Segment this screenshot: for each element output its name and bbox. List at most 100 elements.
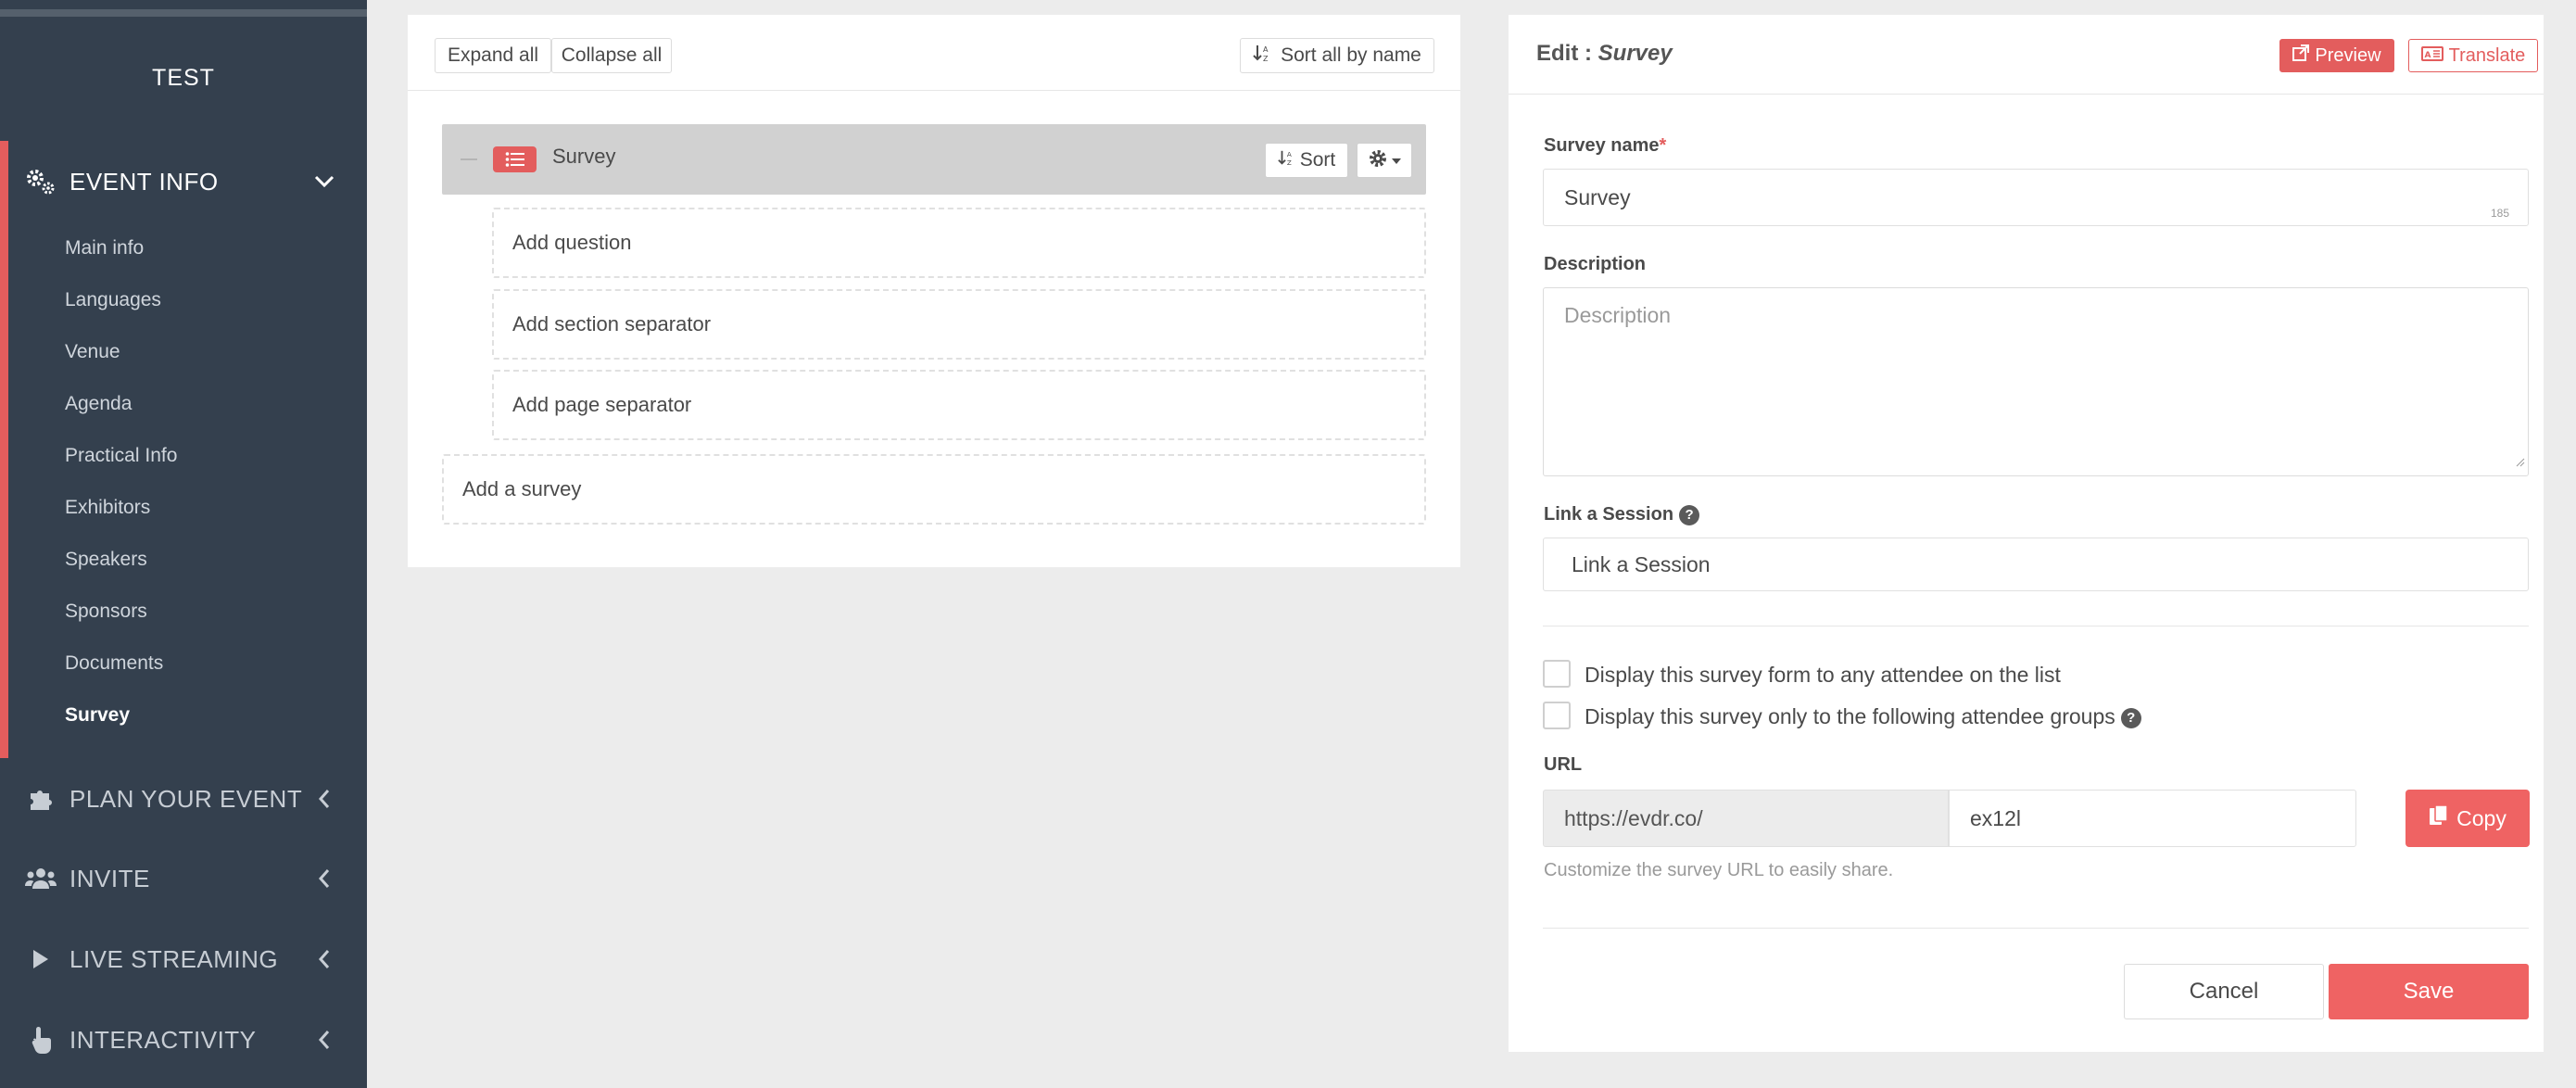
help-icon[interactable]: ? xyxy=(2120,707,2141,728)
sidebar-item-languages[interactable]: Languages xyxy=(65,289,161,311)
sort-button[interactable]: AZ Sort xyxy=(1265,143,1348,178)
url-help-text: Customize the survey URL to easily share… xyxy=(1544,860,1894,880)
chevron-left-icon xyxy=(313,948,335,970)
collapse-dash[interactable] xyxy=(461,158,477,160)
sidebar-item-survey[interactable]: Survey xyxy=(65,704,130,727)
list-icon xyxy=(493,146,537,172)
sidebar-item-main-info[interactable]: Main info xyxy=(65,237,144,259)
display-any-attendee-label: Display this survey form to any attendee… xyxy=(1585,663,2061,687)
svg-text:Z: Z xyxy=(1263,55,1269,62)
translate-button[interactable]: A Translate xyxy=(2408,39,2538,72)
preview-button[interactable]: Preview xyxy=(2279,39,2394,72)
sidebar-item-exhibitors[interactable]: Exhibitors xyxy=(65,497,150,519)
display-groups-label: Display this survey only to the followin… xyxy=(1585,704,2141,729)
sidebar-section-label: INTERACTIVITY xyxy=(69,1025,257,1054)
editor-title-name: Survey xyxy=(1597,41,1673,66)
svg-text:A: A xyxy=(1287,150,1292,158)
copy-label: Copy xyxy=(2456,805,2507,830)
sidebar-section-label: LIVE STREAMING xyxy=(69,944,279,973)
sidebar-item-practical-info[interactable]: Practical Info xyxy=(65,445,177,467)
sidebar-item-documents[interactable]: Documents xyxy=(65,652,163,675)
svg-text:A: A xyxy=(2424,51,2431,60)
char-counter: 185 xyxy=(2490,207,2509,220)
event-info-section: EVENT INFO Main info Languages Venue Age… xyxy=(0,141,367,758)
display-any-attendee-checkbox[interactable] xyxy=(1543,660,1571,688)
help-icon[interactable]: ? xyxy=(1679,504,1700,525)
cancel-button[interactable]: Cancel xyxy=(2124,964,2324,1019)
add-survey-button[interactable]: Add a survey xyxy=(442,454,1426,525)
expand-all-button[interactable]: Expand all xyxy=(435,38,551,73)
sidebar-item-agenda[interactable]: Agenda xyxy=(65,393,132,415)
preview-label: Preview xyxy=(2315,44,2381,66)
sidebar-section-interactivity[interactable]: INTERACTIVITY xyxy=(0,1003,367,1077)
divider xyxy=(1543,928,2529,929)
caret-down-icon xyxy=(1392,152,1401,169)
svg-text:Z: Z xyxy=(1287,158,1292,166)
survey-tree-item[interactable]: Survey AZ Sort xyxy=(442,124,1426,195)
url-slug-input[interactable]: ex12l xyxy=(1949,790,2356,847)
url-label: URL xyxy=(1544,754,1583,775)
copy-icon xyxy=(2429,804,2449,832)
sidebar-item-sponsors[interactable]: Sponsors xyxy=(65,601,147,623)
resize-handle-icon[interactable] xyxy=(2514,448,2525,473)
chevron-left-icon xyxy=(313,867,335,890)
sidebar-section-label: EVENT INFO xyxy=(69,167,219,196)
survey-structure-panel: Expand all Collapse all AZ Sort all by n… xyxy=(408,15,1460,567)
editor-title-prefix: Edit : xyxy=(1536,41,1598,66)
url-prefix: https://evdr.co/ xyxy=(1543,790,1949,847)
sort-label: Sort xyxy=(1299,149,1336,171)
sidebar-section-live-streaming[interactable]: LIVE STREAMING xyxy=(0,922,367,996)
survey-tree-title: Survey xyxy=(552,145,616,168)
sidebar-section-event-info[interactable]: EVENT INFO xyxy=(0,145,367,219)
description-placeholder: Description xyxy=(1564,303,1672,327)
link-session-select[interactable]: Link a Session xyxy=(1543,538,2529,591)
save-button[interactable]: Save xyxy=(2329,964,2529,1019)
editor-header: Edit : Survey Preview A Translate xyxy=(1509,15,2544,95)
sort-all-button[interactable]: AZ Sort all by name xyxy=(1240,38,1434,73)
survey-name-label-text: Survey name xyxy=(1544,135,1660,156)
description-label: Description xyxy=(1544,254,1647,274)
sidebar-item-speakers[interactable]: Speakers xyxy=(65,549,147,571)
translate-icon: A xyxy=(2420,45,2443,67)
required-mark: * xyxy=(1659,135,1667,156)
structure-toolbar: Expand all Collapse all AZ Sort all by n… xyxy=(408,15,1460,91)
link-session-label-text: Link a Session xyxy=(1544,504,1674,525)
sort-icon: AZ xyxy=(1253,44,1271,68)
gear-icon xyxy=(1368,148,1388,173)
translate-label: Translate xyxy=(2448,44,2526,66)
hand-pointer-icon xyxy=(24,1023,57,1056)
sort-icon: AZ xyxy=(1277,149,1294,171)
collapse-all-button[interactable]: Collapse all xyxy=(551,38,672,73)
display-groups-label-text: Display this survey only to the followin… xyxy=(1585,704,2115,728)
add-question-button[interactable]: Add question xyxy=(492,208,1426,278)
survey-editor-panel: Edit : Survey Preview A Translate Survey… xyxy=(1509,15,2544,1052)
sidebar-top-cap xyxy=(0,0,367,9)
sidebar: TEST EVENT INFO Main info Languages Venu… xyxy=(0,0,367,1088)
description-textarea[interactable]: Description xyxy=(1543,287,2529,476)
external-link-icon xyxy=(2292,44,2310,67)
active-section-accent xyxy=(0,141,8,758)
add-page-separator-button[interactable]: Add page separator xyxy=(492,370,1426,440)
chevron-left-icon xyxy=(313,1029,335,1051)
add-section-separator-button[interactable]: Add section separator xyxy=(492,289,1426,360)
copy-button[interactable]: Copy xyxy=(2406,790,2530,847)
cogs-icon xyxy=(24,165,57,198)
sidebar-section-plan-your-event[interactable]: PLAN YOUR EVENT xyxy=(0,762,367,836)
editor-title: Edit : Survey xyxy=(1536,41,1673,67)
sidebar-section-label: INVITE xyxy=(69,864,150,892)
survey-name-input[interactable]: Survey 185 xyxy=(1543,169,2529,226)
settings-dropdown-button[interactable] xyxy=(1357,143,1412,178)
sidebar-section-invite[interactable]: INVITE xyxy=(0,841,367,916)
survey-name-value: Survey xyxy=(1564,184,1631,209)
chevron-down-icon xyxy=(313,171,335,193)
svg-text:A: A xyxy=(1263,45,1269,54)
sidebar-item-venue[interactable]: Venue xyxy=(65,341,120,363)
sort-all-label: Sort all by name xyxy=(1281,44,1421,66)
link-session-placeholder: Link a Session xyxy=(1572,551,1711,576)
chevron-left-icon xyxy=(313,788,335,810)
play-icon xyxy=(24,943,57,976)
link-session-label: Link a Session? xyxy=(1544,504,1700,525)
display-groups-checkbox[interactable] xyxy=(1543,702,1571,729)
survey-name-label: Survey name* xyxy=(1544,135,1666,157)
puzzle-icon xyxy=(24,782,57,816)
